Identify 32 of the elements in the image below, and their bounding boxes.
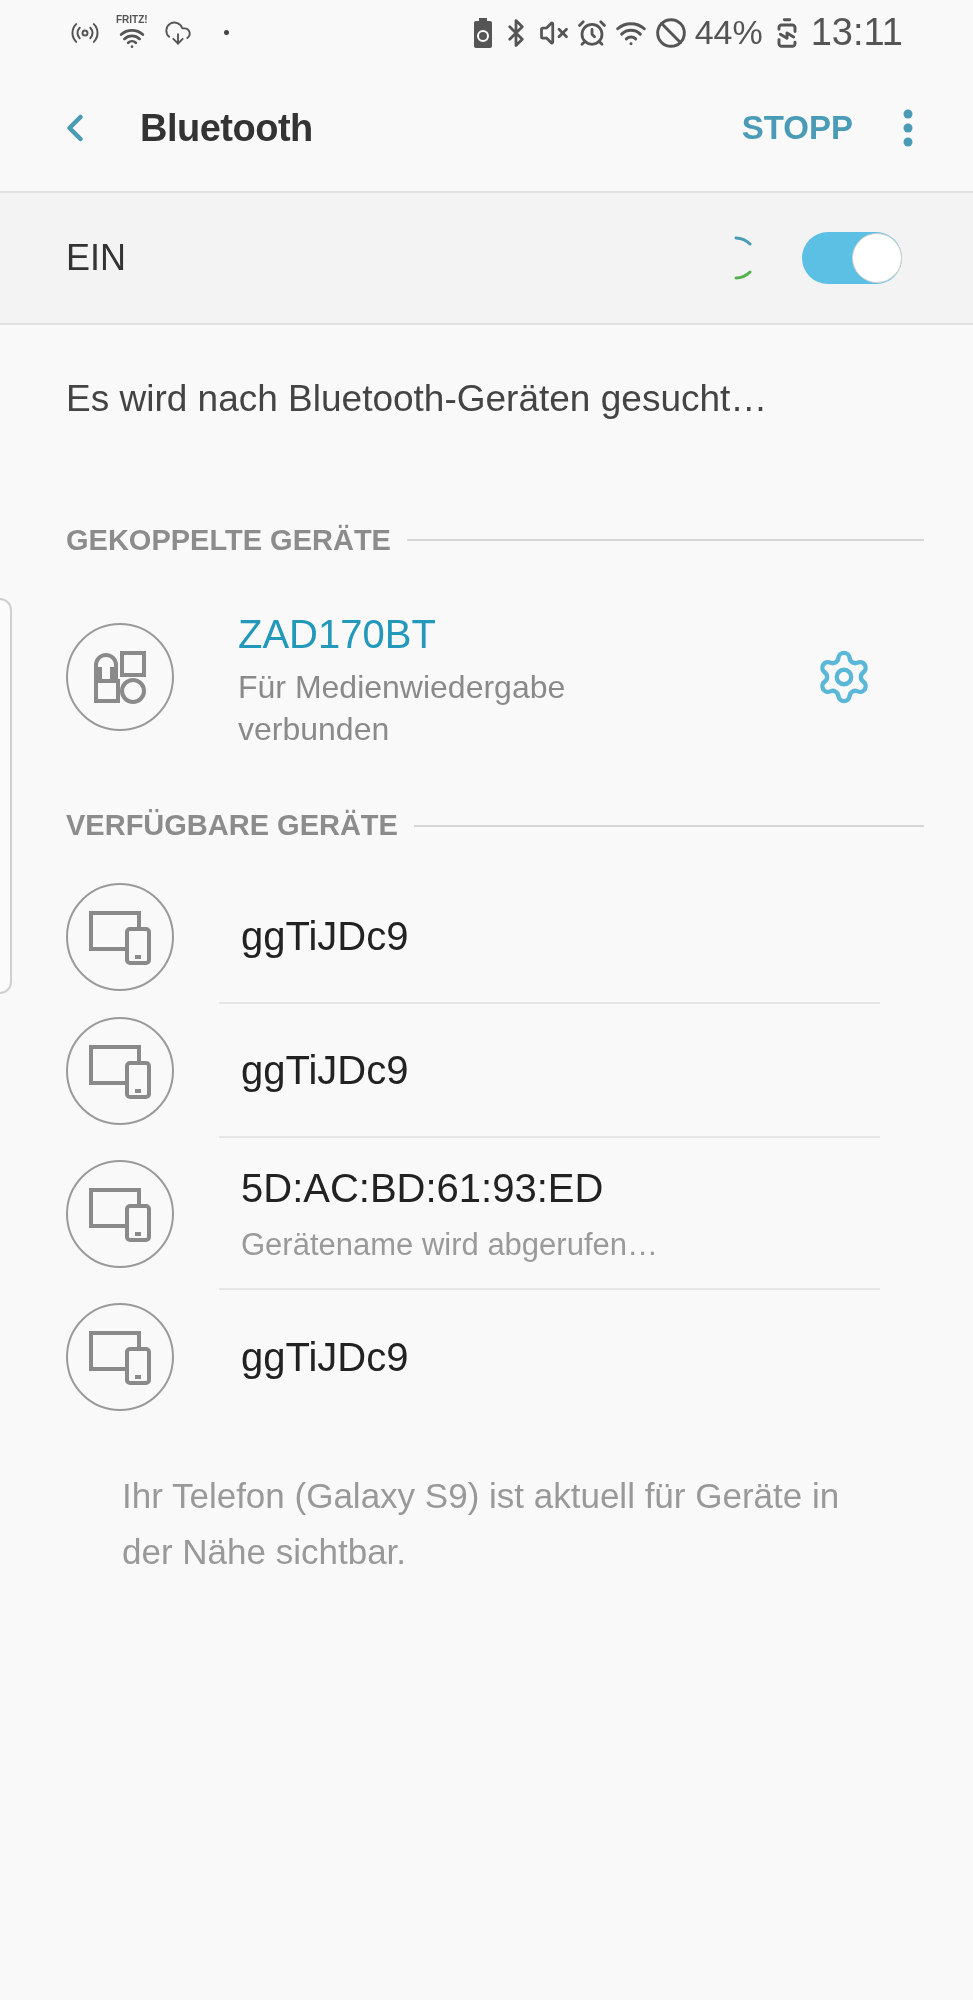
media-devices-icon (92, 649, 148, 705)
device-name: ZAD170BT (238, 611, 437, 658)
switch-label: EIN (66, 236, 126, 280)
available-device-row[interactable]: ggTiJDc9 (66, 1003, 880, 1138)
scan-status-text: Es wird nach Bluetooth-Geräten gesucht… (65, 377, 769, 421)
available-device-row[interactable]: ggTiJDc9 (66, 1290, 880, 1424)
toggle-switch[interactable] (802, 232, 902, 284)
available-device-row[interactable]: 5D:AC:BD:61:93:ED Gerätename wird abgerufen… (66, 1137, 880, 1290)
device-status: Gerätename wird abgerufen… (240, 1225, 659, 1264)
monitor-phone-icon (87, 908, 153, 965)
section-header: GEKOPPELTE GERÄTE (66, 522, 391, 558)
monitor-phone-icon (87, 1185, 153, 1242)
do-not-disturb-icon (654, 16, 687, 49)
more-icon (903, 109, 913, 147)
visibility-note: Ihr Telefon (Galaxy S9) ist aktuell für Geräte in der Nähe sichtbar. (121, 1475, 841, 1573)
more-options-button[interactable] (903, 109, 913, 147)
device-name: ggTiJDc9 (240, 912, 410, 960)
monitor-phone-icon (87, 1042, 153, 1099)
available-device-row[interactable]: ggTiJDc9 (66, 869, 880, 1004)
device-name: ggTiJDc9 (240, 1046, 410, 1094)
device-name: 5D:AC:BD:61:93:ED (240, 1164, 605, 1212)
master-switch-row[interactable]: EIN (0, 193, 973, 325)
device-status: Für Medienwiedergabe verbunden (238, 668, 567, 749)
clock: 13:11 (810, 10, 903, 55)
alarm-icon (576, 17, 607, 48)
network-label: FRITZ! (116, 14, 148, 25)
section-header: VERFÜGBARE GERÄTE (66, 808, 398, 843)
page-title: Bluetooth (140, 105, 313, 151)
monitor-phone-icon (87, 1329, 153, 1385)
device-name: ggTiJDc9 (240, 1334, 410, 1381)
battery-recycle-icon (472, 16, 493, 49)
battery-percent: 44% (694, 12, 763, 53)
